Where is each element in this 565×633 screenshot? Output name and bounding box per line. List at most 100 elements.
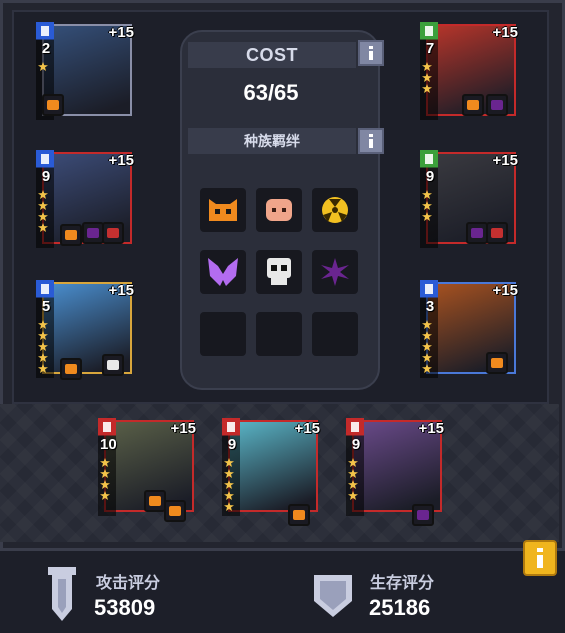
hero-level: 10 xyxy=(100,436,117,453)
trait-peach-face[interactable] xyxy=(256,188,302,232)
star-icon xyxy=(38,212,48,221)
hero-card[interactable]: 9 +15 xyxy=(36,150,134,248)
hero-enhance-level: +15 xyxy=(492,24,518,41)
hero-stars xyxy=(422,320,436,373)
hero-stars xyxy=(224,458,238,511)
peach-face-icon xyxy=(266,199,292,221)
support-class-icon xyxy=(420,150,438,168)
star-icon xyxy=(224,480,234,489)
score-info-button[interactable] xyxy=(523,540,557,576)
hero-enhance-level: +15 xyxy=(294,420,320,437)
star-icon xyxy=(422,212,432,221)
hero-level: 9 xyxy=(41,168,51,185)
cost-panel: COST 63/65 种族羁绊 xyxy=(180,30,384,390)
hero-stars xyxy=(38,320,52,373)
info-icon xyxy=(369,134,373,148)
star-icon xyxy=(224,458,234,467)
hero-card[interactable]: 7 +15 xyxy=(420,22,518,120)
attack-score-label: 攻击评分 xyxy=(96,575,161,592)
hero-enhance-level: +15 xyxy=(418,420,444,437)
trait-badge-icon xyxy=(412,504,434,526)
warrior-class-icon xyxy=(98,418,116,436)
trait-badge-icon xyxy=(486,222,508,244)
trait-empty-slot xyxy=(312,312,358,356)
warrior-class-icon xyxy=(346,418,364,436)
hero-stars xyxy=(38,190,52,232)
cost-value: 63/65 xyxy=(243,80,299,105)
synergy-title: 种族羁绊 xyxy=(244,133,300,149)
star-icon xyxy=(100,469,110,478)
star-icon xyxy=(100,491,110,500)
yellow-radiation-icon xyxy=(322,197,348,223)
hero-level: 3 xyxy=(425,298,435,315)
star-icon xyxy=(224,491,234,500)
hero-card[interactable]: 3 +15 xyxy=(420,280,518,378)
hero-stars xyxy=(348,458,362,500)
star-icon xyxy=(100,480,110,489)
star-icon xyxy=(422,331,432,340)
hero-card[interactable]: 2 +15 xyxy=(36,22,134,120)
star-icon xyxy=(100,458,110,467)
star-icon xyxy=(422,320,432,329)
sword-icon xyxy=(48,567,76,621)
shield-icon xyxy=(314,575,352,617)
star-icon xyxy=(38,201,48,210)
trait-purple-wings[interactable] xyxy=(200,250,246,294)
cost-header: COST xyxy=(188,42,356,68)
trait-badge-icon xyxy=(164,500,186,522)
trait-badge-icon xyxy=(466,222,488,244)
star-icon xyxy=(422,62,432,71)
attack-score-value: 53809 xyxy=(94,595,156,620)
hero-stars xyxy=(38,62,52,71)
trait-badge-icon xyxy=(82,222,104,244)
star-icon xyxy=(38,320,48,329)
hero-card[interactable]: 9 +15 xyxy=(420,150,518,248)
hero-enhance-level: +15 xyxy=(108,282,134,299)
info-icon xyxy=(537,548,543,568)
trait-white-skull[interactable] xyxy=(256,250,302,294)
hero-enhance-level: +15 xyxy=(170,420,196,437)
star-icon xyxy=(422,84,432,93)
star-icon xyxy=(38,364,48,373)
hero-card[interactable]: 5 +15 xyxy=(36,280,134,380)
hero-level: 9 xyxy=(227,436,237,453)
star-icon xyxy=(422,364,432,373)
survival-score-label: 生存评分 xyxy=(370,575,435,592)
synergy-header: 种族羁绊 xyxy=(188,128,356,154)
hero-enhance-level: +15 xyxy=(108,152,134,169)
star-icon xyxy=(422,353,432,362)
star-icon xyxy=(422,73,432,82)
star-icon xyxy=(422,190,432,199)
hero-level: 5 xyxy=(41,298,51,315)
star-icon xyxy=(348,491,358,500)
hero-card[interactable]: 9 +15 xyxy=(222,418,320,526)
trait-badge-icon xyxy=(144,490,166,512)
hero-level: 7 xyxy=(425,40,435,57)
trait-badge-icon xyxy=(486,352,508,374)
trait-badge-icon xyxy=(42,94,64,116)
mage-class-icon xyxy=(36,22,54,40)
hero-card[interactable]: 10 +15 xyxy=(98,418,196,522)
hero-stars xyxy=(422,190,436,221)
trait-yellow-radiation[interactable] xyxy=(312,188,358,232)
mage-class-icon xyxy=(36,280,54,298)
dark-purple-spark-icon xyxy=(321,258,349,286)
hero-level: 9 xyxy=(351,436,361,453)
star-icon xyxy=(224,469,234,478)
star-icon xyxy=(38,353,48,362)
cost-info-button[interactable] xyxy=(358,40,384,66)
hero-level: 2 xyxy=(41,40,51,57)
trait-orange-cat[interactable] xyxy=(200,188,246,232)
hero-level: 9 xyxy=(425,168,435,185)
hero-enhance-level: +15 xyxy=(492,152,518,169)
trait-dark-purple-spark[interactable] xyxy=(312,250,358,294)
star-icon xyxy=(348,458,358,467)
synergy-info-button[interactable] xyxy=(358,128,384,154)
mage-class-icon xyxy=(420,280,438,298)
trait-badge-icon xyxy=(102,222,124,244)
mage-class-icon xyxy=(36,150,54,168)
trait-badge-icon xyxy=(60,358,82,380)
star-icon xyxy=(38,62,48,71)
hero-card[interactable]: 9 +15 xyxy=(346,418,444,526)
trait-badge-icon xyxy=(102,354,124,376)
